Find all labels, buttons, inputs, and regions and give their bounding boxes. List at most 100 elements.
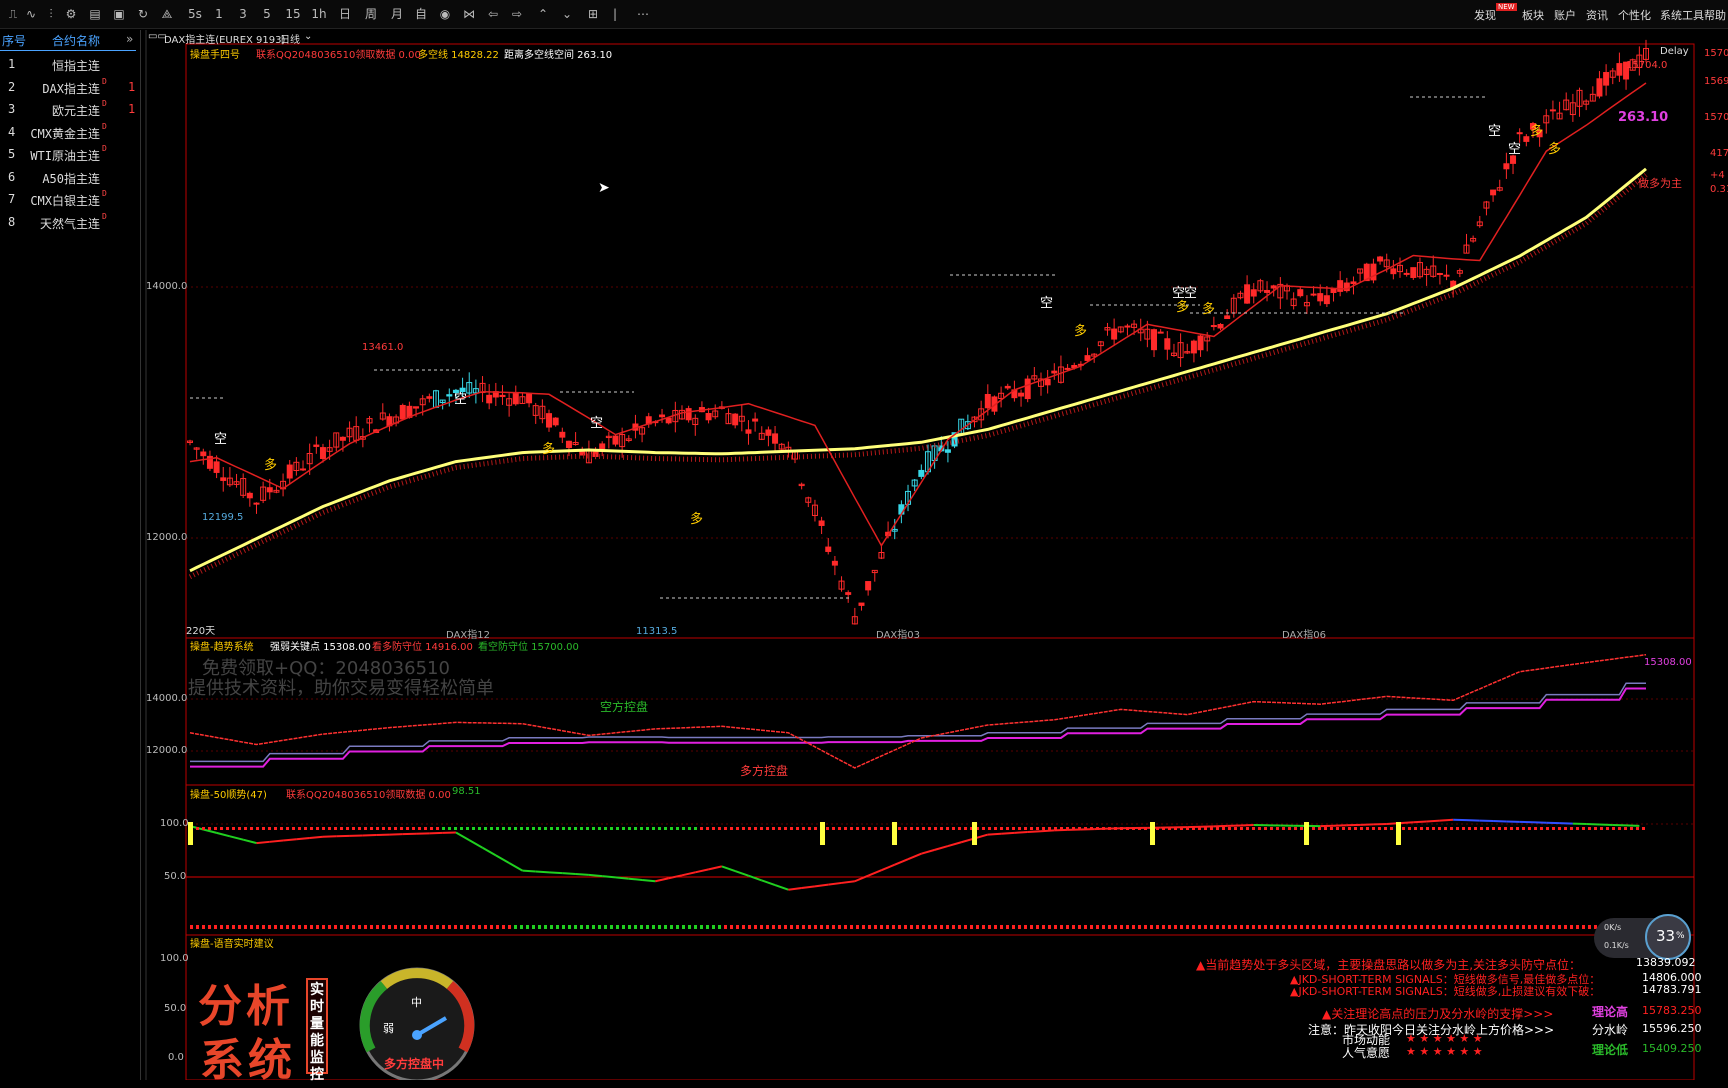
- momentum-bottom-dot: [1006, 925, 1009, 929]
- trend-system-title[interactable]: 操盘-趋势系统: [190, 638, 254, 653]
- long-signal-tag: 多: [1530, 120, 1543, 139]
- momentum-top-dot: [472, 827, 475, 830]
- momentum-bottom-dot: [268, 925, 271, 929]
- momentum-bottom-dot: [1132, 925, 1135, 929]
- candle-body: [1411, 268, 1416, 278]
- candle-body: [1378, 257, 1383, 261]
- contract-row[interactable]: 3欧元主连D1: [0, 99, 140, 121]
- momentum-bottom-dot: [262, 925, 265, 929]
- momentum-top-dot: [490, 827, 493, 830]
- momentum-top-dot: [664, 827, 667, 830]
- candle-body: [1550, 110, 1555, 111]
- candle-body: [1265, 290, 1270, 292]
- long-signal-tag: 多: [264, 454, 277, 473]
- contract-row[interactable]: 5WTI原油主连D: [0, 144, 140, 166]
- momentum-top-dot: [370, 827, 373, 830]
- speed-percent[interactable]: 33: [1656, 927, 1675, 945]
- momentum-top-dot: [904, 827, 907, 830]
- period-selector[interactable]: 日线: [280, 31, 300, 46]
- contract-row[interactable]: 4CMX黄金主连D: [0, 122, 140, 144]
- contract-row[interactable]: 6A50指主连: [0, 167, 140, 189]
- contract-row[interactable]: 2DAX指主连D1: [0, 77, 140, 99]
- right-price-2: 15695: [1704, 76, 1728, 87]
- chart-canvas[interactable]: [0, 0, 1728, 1080]
- short-signal-tag: 空: [1508, 138, 1521, 157]
- gap-label: 距离多空线空间 263.10: [504, 46, 612, 61]
- momentum-bottom-dot: [784, 925, 787, 929]
- candle-body: [1331, 289, 1336, 292]
- momentum-bottom-dot: [1570, 925, 1573, 929]
- momentum-top-dot: [1474, 827, 1477, 830]
- momentum-top-dot: [760, 827, 763, 830]
- momentum-title[interactable]: 操盘-50顺势(47): [190, 786, 267, 801]
- candle-body: [1045, 379, 1050, 384]
- momentum-top-dot: [238, 827, 241, 830]
- x-label-jun: DAX指06: [1282, 626, 1326, 641]
- candle-body: [1318, 294, 1323, 301]
- momentum-bottom-dot: [1276, 925, 1279, 929]
- momentum-bottom-dot: [1054, 925, 1057, 929]
- row-flag: D: [102, 144, 107, 153]
- momentum-signal-bar: [820, 822, 825, 845]
- momentum-bottom-dot: [850, 925, 853, 929]
- momentum-top-dot: [874, 827, 877, 830]
- momentum-contact: 联系QQ2048036510领取数据 0.00: [286, 786, 451, 801]
- indicator-name[interactable]: 操盘手四号: [190, 46, 240, 61]
- contract-row[interactable]: 7CMX白银主连D: [0, 189, 140, 211]
- momentum-top-dot: [478, 827, 481, 830]
- momentum-top-dot: [1030, 827, 1033, 830]
- candle-body: [753, 419, 758, 421]
- voice-advice-title[interactable]: 操盘-语音实时建议: [190, 935, 274, 950]
- short-signal-tag: 空: [1488, 120, 1501, 139]
- contract-row[interactable]: 1恒指主连: [0, 54, 140, 76]
- bear-control-label: 空方控盘: [600, 698, 648, 715]
- momentum-bottom-dot: [862, 925, 865, 929]
- momentum-bottom-dot: [856, 925, 859, 929]
- momentum-top-dot: [592, 827, 595, 830]
- bull-bear-line: [190, 169, 1646, 571]
- momentum-top-dot: [532, 827, 535, 830]
- candle-body: [201, 452, 206, 456]
- momentum-bottom-dot: [682, 925, 685, 929]
- momentum-bottom-dot: [298, 925, 301, 929]
- momentum-bottom-dot: [466, 925, 469, 929]
- momentum-segment: [270, 841, 283, 842]
- row-contract-name: DAX指主连: [24, 80, 100, 97]
- momentum-top-dot: [616, 827, 619, 830]
- momentum-top-dot: [1636, 827, 1639, 830]
- momentum-bottom-dot: [904, 925, 907, 929]
- contract-row[interactable]: 8天然气主连D: [0, 212, 140, 234]
- row-flag: D: [102, 189, 107, 198]
- momentum-bottom-dot: [898, 925, 901, 929]
- momentum-bottom-dot: [370, 925, 373, 929]
- momentum-top-dot: [1576, 827, 1579, 830]
- row-contract-name: 欧元主连: [24, 102, 100, 119]
- p2-y-tick-14000: 14000.0: [146, 693, 187, 704]
- momentum-bottom-dot: [1450, 925, 1453, 929]
- momentum-bottom-dot: [604, 925, 607, 929]
- momentum-top-dot: [1588, 827, 1591, 830]
- candle-body: [1491, 190, 1496, 195]
- momentum-bottom-dot: [616, 925, 619, 929]
- gauge-hub: [412, 1030, 422, 1040]
- candle-body: [985, 395, 990, 408]
- momentum-signal-bar: [1396, 822, 1401, 845]
- momentum-segment: [682, 872, 695, 875]
- momentum-bottom-dot: [1120, 925, 1123, 929]
- row-value: 1: [128, 102, 135, 116]
- chevron-down-icon[interactable]: ⌄: [304, 31, 312, 42]
- momentum-top-dot: [1486, 827, 1489, 830]
- momentum-segment: [762, 880, 775, 885]
- momentum-bottom-dot: [706, 925, 709, 929]
- candle-body: [1245, 285, 1250, 303]
- momentum-top-dot: [604, 827, 607, 830]
- momentum-top-dot: [580, 827, 583, 830]
- momentum-top-dot: [772, 827, 775, 830]
- momentum-top-dot: [658, 827, 661, 830]
- momentum-top-dot: [406, 827, 409, 830]
- momentum-bottom-dot: [226, 925, 229, 929]
- momentum-top-dot: [208, 827, 211, 830]
- momentum-top-dot: [496, 827, 499, 830]
- momentum-segment: [735, 871, 748, 876]
- candle-body: [247, 493, 252, 497]
